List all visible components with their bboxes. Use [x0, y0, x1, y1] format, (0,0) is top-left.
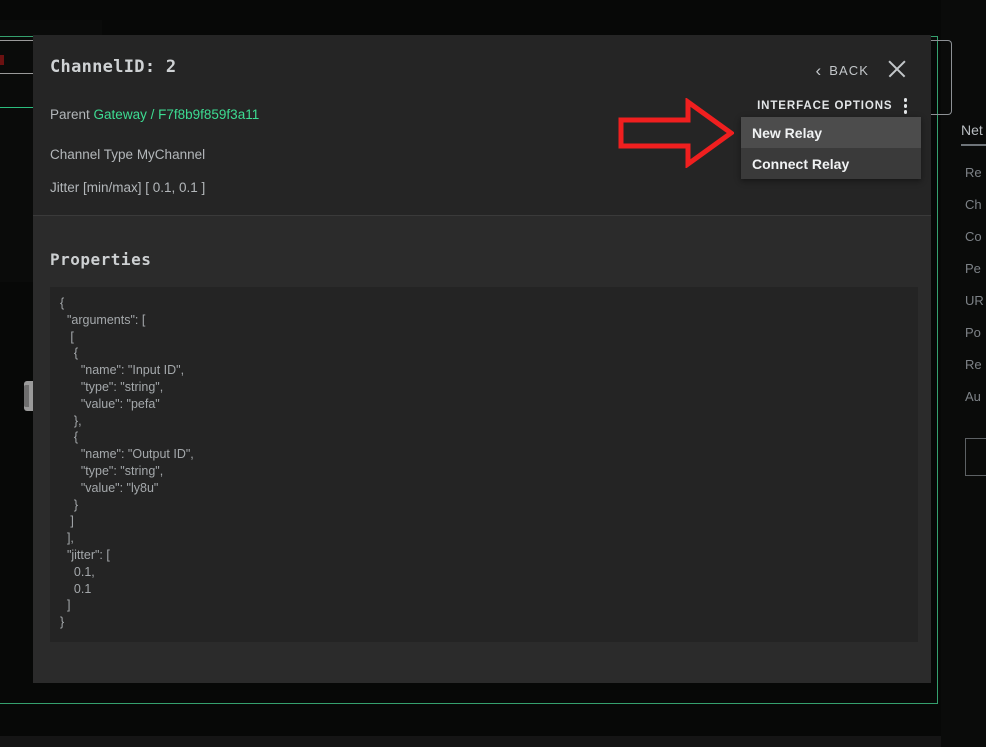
- right-panel-item-6[interactable]: Re: [965, 357, 982, 372]
- right-panel-item-4[interactable]: UR: [965, 293, 984, 308]
- background-bottom-bar: [0, 736, 986, 747]
- left-edge-drag-handle[interactable]: [24, 381, 33, 411]
- right-panel-item-5[interactable]: Po: [965, 325, 981, 340]
- right-panel-item-3[interactable]: Pe: [965, 261, 981, 276]
- interface-options-menu[interactable]: New Relay Connect Relay: [741, 117, 921, 179]
- close-icon[interactable]: [885, 57, 909, 81]
- page-title: ChannelID: 2: [50, 57, 177, 77]
- back-button[interactable]: ‹ BACK: [816, 62, 869, 79]
- chevron-left-icon: ‹: [815, 61, 822, 80]
- right-panel-item-1[interactable]: Ch: [965, 197, 982, 212]
- properties-json-viewer[interactable]: { "arguments": [ [ { "name": "Input ID",…: [50, 287, 918, 642]
- parent-value-link[interactable]: Gateway: [94, 107, 147, 122]
- channel-type-line: Channel Type MyChannel: [50, 147, 206, 162]
- parent-id-link[interactable]: F7f8b9f859f3a11: [158, 107, 259, 122]
- background-red-marker: [0, 55, 4, 65]
- modal-header: ChannelID: 2 Parent Gateway / F7f8b9f859…: [33, 35, 931, 216]
- right-panel-item-7[interactable]: Au: [965, 389, 981, 404]
- right-panel-item-0[interactable]: Re: [965, 165, 982, 180]
- kebab-menu-icon[interactable]: [902, 97, 910, 115]
- right-panel-title: Net: [961, 122, 983, 138]
- properties-json-text: { "arguments": [ [ { "name": "Input ID",…: [60, 296, 194, 630]
- properties-section: Properties { "arguments": [ [ { "name": …: [33, 216, 931, 683]
- parent-separator: /: [150, 107, 155, 122]
- screen-root: Net Re Ch Co Pe UR Po Re Au ChannelID: 2…: [0, 0, 986, 747]
- menu-item-new-relay[interactable]: New Relay: [741, 117, 921, 148]
- right-panel-input-box[interactable]: [965, 438, 986, 476]
- interface-options-button[interactable]: INTERFACE OPTIONS: [757, 97, 909, 115]
- channel-detail-modal: ChannelID: 2 Parent Gateway / F7f8b9f859…: [33, 35, 931, 683]
- right-panel-item-2[interactable]: Co: [965, 229, 982, 244]
- right-side-panel: Net Re Ch Co Pe UR Po Re Au: [941, 0, 986, 747]
- jitter-line: Jitter [min/max] [ 0.1, 0.1 ]: [50, 180, 206, 195]
- parent-label: Parent: [50, 107, 90, 122]
- interface-options-label: INTERFACE OPTIONS: [757, 99, 893, 112]
- properties-heading: Properties: [50, 250, 152, 269]
- parent-line: Parent Gateway / F7f8b9f859f3a11: [50, 107, 259, 122]
- right-panel-title-underline: [961, 144, 986, 146]
- menu-item-connect-relay[interactable]: Connect Relay: [741, 148, 921, 179]
- back-button-label: BACK: [829, 63, 869, 78]
